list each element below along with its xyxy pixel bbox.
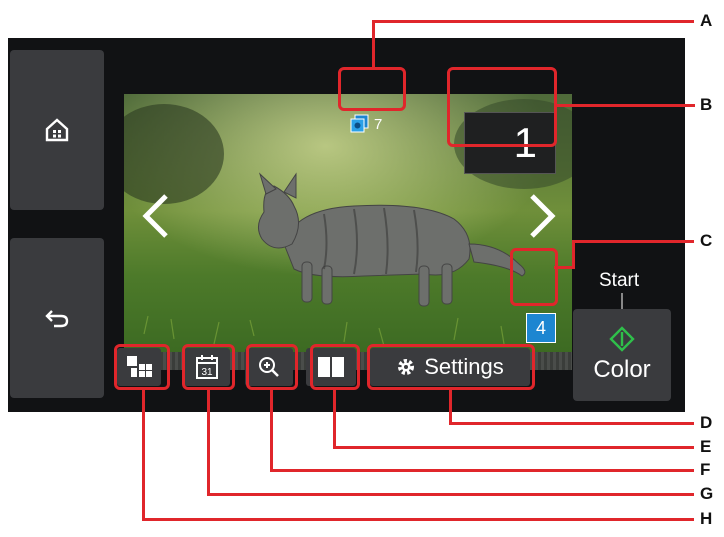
sheet-count-indicator: 7 <box>350 114 382 134</box>
back-arrow-icon <box>45 310 69 328</box>
callout-c: C <box>700 231 713 250</box>
color-start-button[interactable]: Color <box>573 309 671 401</box>
color-label: Color <box>593 356 651 383</box>
callout-line-g-h <box>207 493 694 496</box>
photo-sheets-icon <box>350 114 369 133</box>
callout-line-b <box>555 104 695 107</box>
callout-line-h-h <box>142 518 694 521</box>
highlight-settings <box>367 344 535 390</box>
callout-line-g <box>207 390 210 495</box>
highlight-date <box>182 344 235 390</box>
callout-line-d <box>449 390 452 424</box>
callout-line-f-h <box>270 469 694 472</box>
callout-h: H <box>700 509 713 528</box>
start-diamond-icon <box>609 326 635 352</box>
highlight-view-mode <box>310 344 360 390</box>
callout-b: B <box>700 95 713 114</box>
callout-line-h <box>142 390 145 520</box>
highlight-sheet-count <box>338 67 406 111</box>
callout-d: D <box>700 413 713 432</box>
back-button[interactable] <box>10 238 104 398</box>
callout-line-a <box>372 20 375 68</box>
callout-line-d-h <box>449 422 694 425</box>
callout-line-e-h <box>333 446 694 449</box>
callout-line-c <box>554 266 574 269</box>
highlight-layout <box>114 344 170 390</box>
callout-e: E <box>700 437 712 456</box>
photo-number-badge: 4 <box>526 313 556 343</box>
callout-line-f <box>270 390 273 471</box>
callout-line-c2 <box>572 240 575 269</box>
highlight-copies <box>447 67 557 147</box>
highlight-photo-number <box>510 248 558 306</box>
sheet-count: 7 <box>374 115 383 133</box>
callout-g: G <box>700 484 714 503</box>
callout-line-a-h <box>372 20 694 23</box>
callout-line-e <box>333 390 336 448</box>
callout-line-c3 <box>572 240 694 243</box>
callout-f: F <box>700 460 711 479</box>
highlight-zoom <box>246 344 298 390</box>
start-connector <box>621 293 623 309</box>
callout-a: A <box>700 11 713 30</box>
home-button[interactable] <box>10 50 104 210</box>
start-label: Start <box>599 270 640 291</box>
home-icon <box>45 118 69 142</box>
